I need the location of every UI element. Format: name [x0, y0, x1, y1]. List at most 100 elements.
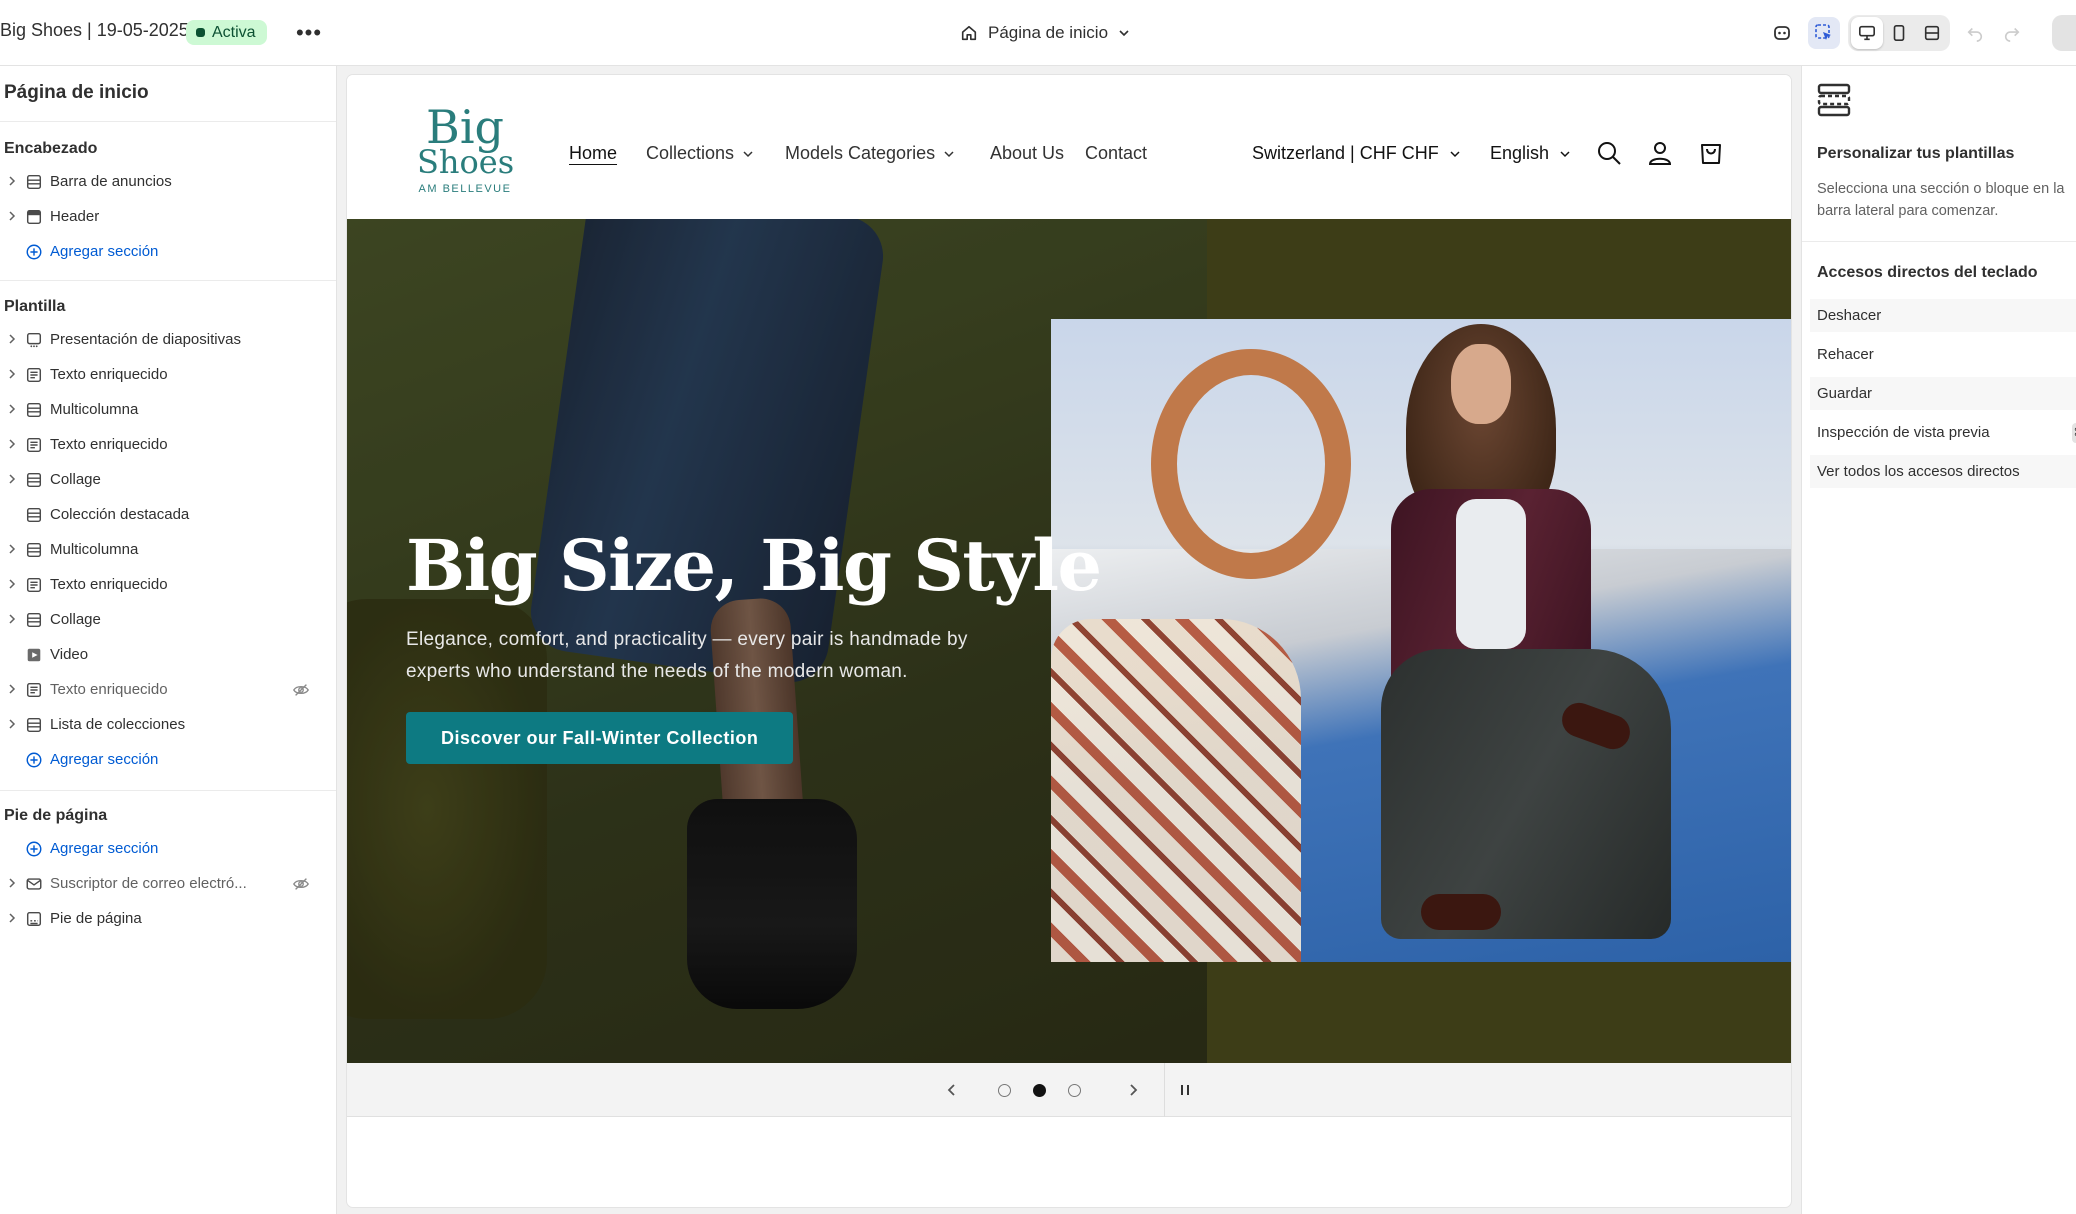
chevron-right-icon[interactable] — [6, 368, 18, 380]
sidebar-item-template-section[interactable]: Colección destacada — [0, 497, 336, 532]
chevron-right-icon[interactable] — [6, 333, 18, 345]
nav-label: Collections — [646, 143, 735, 163]
mobile-view-button[interactable] — [1883, 17, 1915, 49]
image-shape — [1421, 894, 1501, 930]
sidebar-item-template-section[interactable]: Collage — [0, 462, 336, 497]
section-icon — [26, 717, 42, 733]
chevron-right-icon[interactable] — [6, 613, 18, 625]
hero-slideshow: Big Size, Big Style Elegance, comfort, a… — [347, 219, 1791, 1063]
slideshow-icon — [26, 332, 42, 348]
chevron-right-icon[interactable] — [6, 877, 18, 889]
sidebar-item-template-section[interactable]: Texto enriquecido — [0, 357, 336, 392]
slide-dot-1[interactable] — [998, 1084, 1011, 1097]
chevron-right-icon[interactable] — [6, 543, 18, 555]
add-section-label: Agregar sección — [50, 840, 159, 857]
nav-about-us[interactable]: About Us — [990, 143, 1064, 164]
sidebar-item-label: Texto enriquecido — [50, 576, 168, 593]
chevron-right-icon[interactable] — [6, 403, 18, 415]
sidebar-item-label: Texto enriquecido — [50, 681, 168, 698]
sidebar-item-template-section[interactable]: Texto enriquecido — [0, 427, 336, 462]
header-section-icon — [26, 209, 42, 225]
group-header-label: Encabezado — [4, 140, 98, 157]
assistant-icon — [1774, 26, 1790, 40]
slide-dot-2[interactable] — [1033, 1084, 1046, 1097]
sidebar-item-label: Collage — [50, 611, 101, 628]
text-section-icon — [26, 367, 42, 383]
slide-dot-3[interactable] — [1068, 1084, 1081, 1097]
status-label: Activa — [212, 23, 256, 41]
inspector-button[interactable] — [1808, 17, 1840, 49]
more-actions-button[interactable]: ••• — [292, 18, 326, 48]
sidebar-item-label: Video — [50, 646, 89, 663]
language-label: English — [1490, 143, 1550, 163]
sidebar-item-label: Presentación de diapositivas — [50, 331, 241, 348]
sidebar-item-template-section[interactable]: Multicolumna — [0, 532, 336, 567]
desktop-view-button[interactable] — [1851, 17, 1883, 49]
section-icon — [26, 507, 42, 523]
save-button[interactable] — [2052, 15, 2076, 51]
panel-title: Personalizar tus plantillas — [1817, 145, 2015, 162]
group-template-label: Plantilla — [4, 298, 66, 315]
account-icon[interactable] — [1646, 139, 1674, 167]
chevron-right-icon[interactable] — [6, 473, 18, 485]
group-footer-label: Pie de página — [4, 807, 108, 824]
language-selector[interactable]: English — [1490, 143, 1571, 164]
search-icon[interactable] — [1595, 139, 1623, 167]
shortcut-view-all[interactable]: Ver todos los accesos directos — [1810, 455, 2076, 488]
sidebar-item-header[interactable]: Header — [0, 199, 336, 234]
redo-button[interactable] — [1996, 17, 2028, 49]
theme-title: Big Shoes | 19-05-2025 — [0, 20, 189, 40]
cart-icon[interactable] — [1697, 139, 1725, 167]
hero-title: Big Size, Big Style — [406, 524, 1102, 607]
hero-cta-button[interactable]: Discover our Fall-Winter Collection — [406, 712, 794, 764]
sidebar-item-label: Colección destacada — [50, 506, 190, 523]
sidebar-item-template-section[interactable]: Video — [0, 637, 336, 672]
status-badge: Activa — [186, 20, 267, 45]
eye-hidden-icon[interactable] — [292, 681, 310, 699]
storefront-preview[interactable]: Big Shoes AM BELLEVUE Home Collections M… — [347, 75, 1791, 1207]
undo-button[interactable] — [1959, 17, 1991, 49]
settings-panel: Personalizar tus plantillas Selecciona u… — [1801, 66, 2076, 1214]
chevron-right-icon[interactable] — [6, 718, 18, 730]
ai-assistant-button[interactable] — [1766, 17, 1798, 49]
chevron-right-icon[interactable] — [6, 210, 18, 222]
store-logo[interactable]: Big Shoes AM BELLEVUE — [417, 104, 514, 200]
sidebar-item-footer[interactable]: Pie de página — [0, 901, 336, 936]
sidebar-item-template-section[interactable]: Texto enriquecido — [0, 672, 336, 707]
device-switcher — [1848, 15, 1950, 51]
home-icon — [961, 25, 977, 41]
page-selector[interactable]: Página de inicio — [960, 18, 1130, 48]
sidebar-item-template-section[interactable]: Multicolumna — [0, 392, 336, 427]
chevron-right-icon[interactable] — [6, 683, 18, 695]
sidebar-item-label: Header — [50, 208, 100, 225]
chevron-right-icon[interactable] — [6, 438, 18, 450]
sidebar-item-template-section[interactable]: Lista de colecciones — [0, 707, 336, 742]
nav-collections[interactable]: Collections — [646, 143, 754, 164]
sidebar-item-template-section[interactable]: Texto enriquecido — [0, 567, 336, 602]
chevron-right-icon[interactable] — [6, 578, 18, 590]
nav-contact[interactable]: Contact — [1085, 143, 1147, 164]
chevron-right-icon[interactable] — [6, 175, 18, 187]
fullscreen-view-button[interactable] — [1916, 17, 1948, 49]
add-section-footer-button[interactable]: Agregar sección — [0, 831, 336, 866]
sidebar-item-template-section[interactable]: Presentación de diapositivas — [0, 322, 336, 357]
sidebar-item-label: Pie de página — [50, 910, 142, 927]
pause-icon[interactable] — [1173, 1078, 1197, 1102]
cursor-select-icon — [1815, 24, 1831, 40]
sidebar-item-email-signup[interactable]: Suscriptor de correo electró... — [0, 866, 336, 901]
divider — [0, 280, 336, 281]
add-section-header-button[interactable]: Agregar sección — [0, 234, 336, 269]
eye-hidden-icon[interactable] — [292, 875, 310, 893]
chevron-right-icon[interactable] — [6, 912, 18, 924]
sidebar-item-template-section[interactable]: Collage — [0, 602, 336, 637]
chevron-right-icon[interactable] — [1121, 1078, 1145, 1102]
add-section-template-button[interactable]: Agregar sección — [0, 742, 336, 777]
divider — [0, 121, 336, 122]
sidebar-item-announcement-bar[interactable]: Barra de anuncios — [0, 164, 336, 199]
nav-label: Contact — [1085, 143, 1148, 163]
country-selector[interactable]: Switzerland | CHF CHF — [1252, 143, 1461, 164]
nav-home[interactable]: Home — [569, 143, 617, 164]
image-shape — [1381, 649, 1671, 939]
chevron-left-icon[interactable] — [940, 1078, 964, 1102]
nav-models-categories[interactable]: Models Categories — [785, 143, 955, 164]
